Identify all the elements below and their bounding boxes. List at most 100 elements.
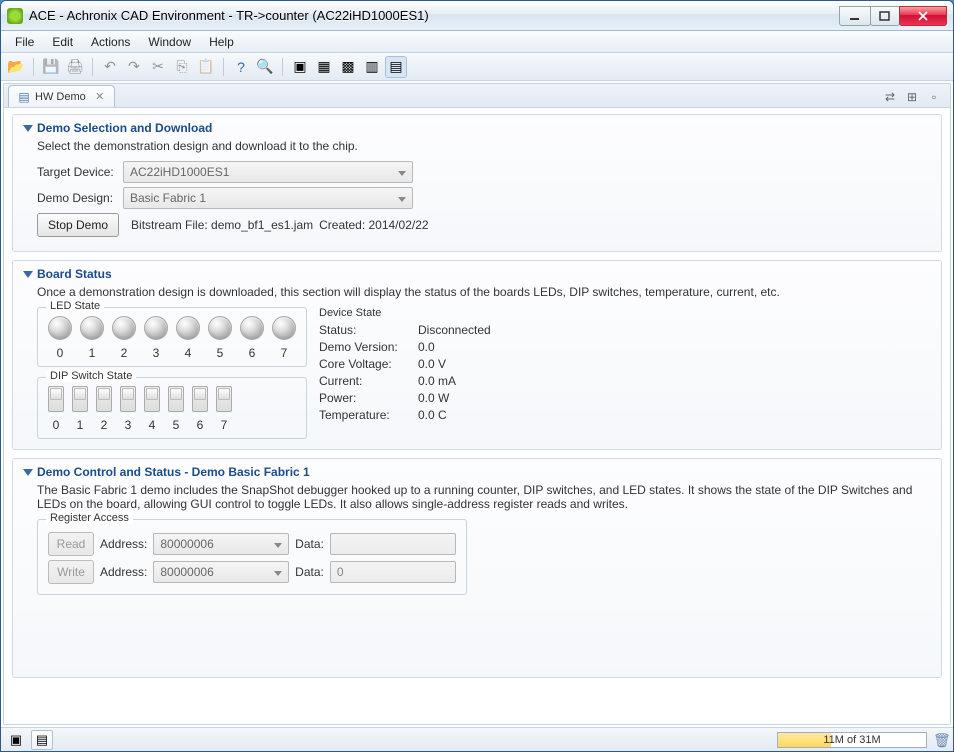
copy-icon[interactable]: ⎘ bbox=[171, 56, 193, 78]
menu-edit[interactable]: Edit bbox=[44, 33, 81, 51]
title-bar: ACE - Achronix CAD Environment - TR->cou… bbox=[1, 1, 953, 31]
target-device-label: Target Device: bbox=[37, 165, 117, 179]
write-button[interactable]: Write bbox=[48, 560, 94, 584]
address-label: Address: bbox=[100, 537, 147, 551]
dip-7 bbox=[216, 386, 232, 412]
close-button[interactable] bbox=[899, 6, 947, 26]
status-key: Status: bbox=[319, 323, 414, 337]
demo-design-combo[interactable]: Basic Fabric 1 bbox=[123, 187, 413, 209]
twisty-icon[interactable] bbox=[23, 271, 33, 278]
write-data-field[interactable]: 0 bbox=[330, 561, 456, 583]
tab-hw-demo[interactable]: ▤ HW Demo ✕ bbox=[8, 85, 115, 107]
temperature-key: Temperature: bbox=[319, 408, 414, 422]
device-state-group: Device State Status: Disconnected Demo Ve… bbox=[319, 307, 931, 439]
section-desc: Select the demonstration design and down… bbox=[37, 139, 931, 153]
redo-icon[interactable]: ↷ bbox=[123, 56, 145, 78]
read-address-combo[interactable]: 80000006 bbox=[153, 533, 289, 555]
paste-icon[interactable]: 📋 bbox=[195, 56, 217, 78]
app-icon bbox=[7, 8, 23, 24]
menu-file[interactable]: File bbox=[7, 33, 42, 51]
tab-label: HW Demo bbox=[35, 91, 86, 103]
perspective-icon[interactable]: ▣ bbox=[5, 730, 27, 750]
menu-help[interactable]: Help bbox=[201, 33, 242, 51]
tab-close-icon[interactable]: ✕ bbox=[94, 91, 106, 103]
dip-5 bbox=[168, 386, 184, 412]
led-0 bbox=[48, 316, 72, 340]
menu-bar: File Edit Actions Window Help bbox=[1, 31, 953, 53]
led-4 bbox=[176, 316, 200, 340]
status-bar: ▣ ▤ 11M of 31M 🗑 bbox=[1, 727, 953, 751]
demo-design-label: Demo Design: bbox=[37, 191, 117, 205]
demo-version-value: 0.0 bbox=[418, 340, 435, 354]
minimize-button[interactable] bbox=[839, 6, 871, 26]
data-label: Data: bbox=[295, 537, 324, 551]
print-icon[interactable]: 🖨 bbox=[64, 56, 86, 78]
tab-icon: ▤ bbox=[17, 90, 31, 104]
group-label: Register Access bbox=[46, 512, 133, 524]
view-icon-2[interactable]: ⊞ bbox=[902, 87, 922, 107]
toolbar: 📂 💾 🖨 ↶ ↷ ✂ ⎘ 📋 ? 🔍 ▣ ▦ ▩ ▥ ▤ bbox=[1, 53, 953, 81]
tool-icon-2[interactable]: ▦ bbox=[313, 56, 335, 78]
open-icon[interactable]: 📂 bbox=[5, 56, 27, 78]
section-demo-selection: Demo Selection and Download Select the d… bbox=[12, 114, 942, 252]
menu-window[interactable]: Window bbox=[140, 33, 199, 51]
read-data-field[interactable] bbox=[330, 533, 456, 555]
tool-icon-1[interactable]: ▣ bbox=[289, 56, 311, 78]
trash-icon[interactable]: 🗑 bbox=[933, 732, 949, 748]
data-label: Data: bbox=[295, 565, 324, 579]
tool-icon-3[interactable]: ▩ bbox=[337, 56, 359, 78]
twisty-icon[interactable] bbox=[23, 469, 33, 476]
target-device-combo[interactable]: AC22iHD1000ES1 bbox=[123, 161, 413, 183]
core-voltage-value: 0.0 V bbox=[418, 357, 446, 371]
twisty-icon[interactable] bbox=[23, 125, 33, 132]
save-icon[interactable]: 💾 bbox=[40, 56, 62, 78]
power-key: Power: bbox=[319, 391, 414, 405]
undo-icon[interactable]: ↶ bbox=[99, 56, 121, 78]
section-title: Demo Selection and Download bbox=[37, 121, 212, 135]
led-3 bbox=[144, 316, 168, 340]
perspective-button[interactable]: ▤ bbox=[31, 730, 53, 750]
power-value: 0.0 W bbox=[418, 391, 449, 405]
section-board-status: Board Status Once a demonstration design… bbox=[12, 260, 942, 450]
current-value: 0.0 mA bbox=[418, 374, 456, 388]
search-icon[interactable]: 🔍 bbox=[254, 56, 276, 78]
memory-gauge: 11M of 31M bbox=[777, 732, 927, 748]
group-label: Device State bbox=[319, 307, 931, 319]
temperature-value: 0.0 C bbox=[418, 408, 447, 422]
led-state-group: LED State 0 1 2 3 4 5 6 7 bbox=[37, 307, 307, 367]
view-icon-3[interactable]: ▫ bbox=[924, 87, 944, 107]
menu-actions[interactable]: Actions bbox=[83, 33, 138, 51]
dip-2 bbox=[96, 386, 112, 412]
read-button[interactable]: Read bbox=[48, 532, 94, 556]
demo-version-key: Demo Version: bbox=[319, 340, 414, 354]
created-label: Created: 2014/02/22 bbox=[319, 218, 428, 232]
group-label: LED State bbox=[46, 300, 104, 312]
register-access-group: Register Access Read Address: 80000006 D… bbox=[37, 519, 467, 595]
status-value: Disconnected bbox=[418, 323, 491, 337]
dip-6 bbox=[192, 386, 208, 412]
section-title: Board Status bbox=[37, 267, 112, 281]
group-label: DIP Switch State bbox=[46, 370, 136, 382]
dip-3 bbox=[120, 386, 136, 412]
section-demo-control: Demo Control and Status - Demo Basic Fab… bbox=[12, 458, 942, 678]
tool-icon-4[interactable]: ▥ bbox=[361, 56, 383, 78]
write-address-combo[interactable]: 80000006 bbox=[153, 561, 289, 583]
led-5 bbox=[208, 316, 232, 340]
bitstream-file-label: Bitstream File: demo_bf1_es1.jam bbox=[131, 218, 313, 232]
led-2 bbox=[112, 316, 136, 340]
dip-0 bbox=[48, 386, 64, 412]
led-7 bbox=[272, 316, 296, 340]
cut-icon[interactable]: ✂ bbox=[147, 56, 169, 78]
maximize-button[interactable] bbox=[870, 6, 900, 26]
help-icon[interactable]: ? bbox=[230, 56, 252, 78]
tool-icon-5[interactable]: ▤ bbox=[385, 56, 407, 78]
stop-demo-button[interactable]: Stop Demo bbox=[37, 213, 119, 237]
dip-1 bbox=[72, 386, 88, 412]
address-label: Address: bbox=[100, 565, 147, 579]
dip-4 bbox=[144, 386, 160, 412]
view-icon-1[interactable]: ⇄ bbox=[880, 87, 900, 107]
current-key: Current: bbox=[319, 374, 414, 388]
section-title: Demo Control and Status - Demo Basic Fab… bbox=[37, 465, 310, 479]
led-1 bbox=[80, 316, 104, 340]
section-desc: Once a demonstration design is downloade… bbox=[37, 285, 931, 299]
